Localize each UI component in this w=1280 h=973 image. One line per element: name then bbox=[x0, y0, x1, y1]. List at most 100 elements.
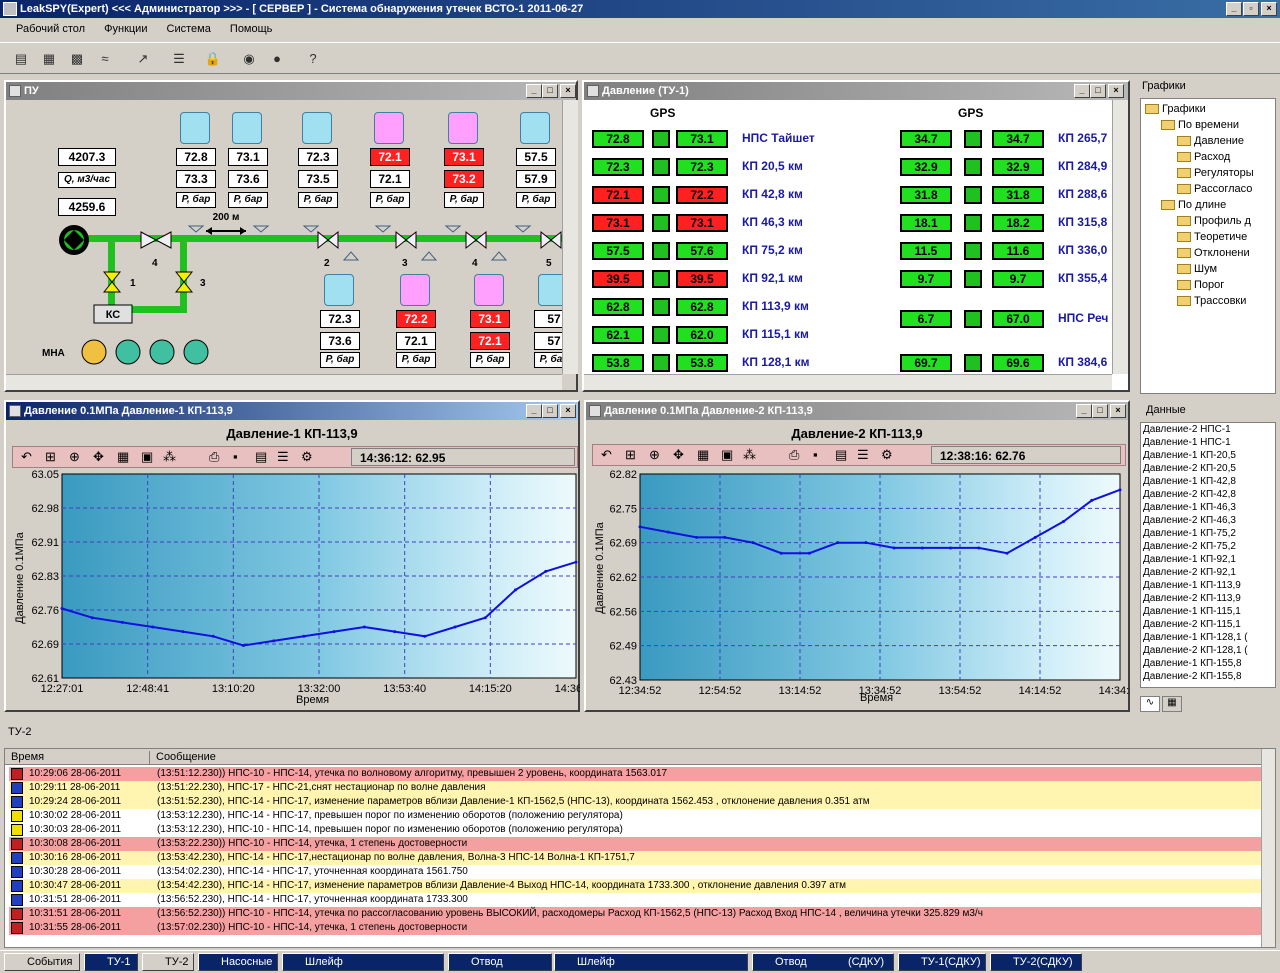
print-icon[interactable]: ⎙ bbox=[209, 449, 219, 465]
tree-node[interactable]: Порог bbox=[1177, 279, 1224, 291]
gps-point-name[interactable]: НПС Реч bbox=[1058, 311, 1112, 325]
gps-point-name[interactable]: КП 384,6 bbox=[1058, 355, 1112, 369]
pan-icon[interactable]: ⊕ bbox=[69, 449, 80, 465]
log-row[interactable]: 10:30:02 28-06-2011 (13:53:12.230), НПС-1… bbox=[9, 809, 1265, 823]
menu-system[interactable]: Система bbox=[159, 19, 219, 39]
tree-node[interactable]: Графики bbox=[1145, 103, 1206, 115]
col-time-header[interactable]: Время bbox=[11, 751, 44, 763]
app-titlebar[interactable]: LeakSPY(Expert) <<< Администратор >>> - … bbox=[0, 0, 1280, 18]
chart2-maximize-button[interactable]: □ bbox=[1092, 404, 1108, 418]
tree-node[interactable]: Шум bbox=[1177, 263, 1217, 275]
log-row[interactable]: 10:31:55 28-06-2011 (13:57:02.230)) НПС-1… bbox=[9, 921, 1265, 935]
chart-icon[interactable]: ▩ bbox=[66, 48, 88, 70]
table-view-button[interactable]: ▦ bbox=[1162, 696, 1182, 712]
chart2-titlebar[interactable]: Давление 0.1МПа Давление-2 КП-113,9 _ □ … bbox=[586, 402, 1128, 420]
chart-view-button[interactable]: ∿ bbox=[1140, 696, 1160, 712]
taskbar-button[interactable]: ТУ-2(СДКУ) bbox=[990, 953, 1082, 971]
log-vscroll[interactable] bbox=[1261, 749, 1275, 947]
data-list-item[interactable]: Давление-2 КП-20,5 bbox=[1143, 462, 1275, 475]
data-list-item[interactable]: Давление-1 КП-20,5 bbox=[1143, 449, 1275, 462]
taskbar-button[interactable]: Шлейф bbox=[554, 953, 748, 971]
taskbar-button[interactable]: ТУ-1 bbox=[84, 953, 138, 971]
grid-icon[interactable]: ▦ bbox=[697, 447, 709, 463]
pu-titlebar[interactable]: ПУ _ □ × bbox=[6, 82, 576, 100]
menu-desktop[interactable]: Рабочий стол bbox=[8, 19, 93, 39]
db-settings-icon[interactable]: ● bbox=[266, 48, 288, 70]
log-row[interactable]: 10:30:08 28-06-2011 (13:53:22.230)) НПС-1… bbox=[9, 837, 1265, 851]
data-list-item[interactable]: Давление-2 КП-113,9 bbox=[1143, 592, 1275, 605]
print-icon[interactable]: ⎙ bbox=[789, 447, 799, 463]
gps-point-name[interactable]: КП 46,3 км bbox=[742, 215, 803, 229]
data-list-item[interactable]: Давление-1 КП-75,2 bbox=[1143, 527, 1275, 540]
pressure-close-button[interactable]: × bbox=[1108, 84, 1124, 98]
pan-icon[interactable]: ⊕ bbox=[649, 447, 660, 463]
log-row[interactable]: 10:30:16 28-06-2011 (13:53:42.230), НПС-1… bbox=[9, 851, 1265, 865]
windows-icon[interactable]: ▤ bbox=[10, 48, 32, 70]
gps-point-name[interactable]: КП 20,5 км bbox=[742, 159, 803, 173]
chart1-titlebar[interactable]: Давление 0.1МПа Давление-1 КП-113,9 _ □ … bbox=[6, 402, 578, 420]
taskbar-button[interactable]: (СДКУ) bbox=[844, 953, 894, 971]
pu-vscroll[interactable] bbox=[562, 100, 578, 374]
data-list-item[interactable]: Давление-1 КП-115,1 bbox=[1143, 605, 1275, 618]
undo-icon[interactable]: ↶ bbox=[601, 447, 612, 463]
data-list-item[interactable]: Давление-1 КП-42,8 bbox=[1143, 475, 1275, 488]
wave-icon[interactable]: ≈ bbox=[94, 48, 116, 70]
data-list-item[interactable]: Давление-1 КП-92,1 bbox=[1143, 553, 1275, 566]
log-row[interactable]: 10:31:51 28-06-2011 (13:56:52.230)) НПС-1… bbox=[9, 907, 1265, 921]
pressure-gauge-icon[interactable] bbox=[232, 112, 262, 144]
close-button[interactable]: × bbox=[1261, 2, 1277, 16]
data-list-item[interactable]: Давление-2 КП-115,1 bbox=[1143, 618, 1275, 631]
tree-node[interactable]: Теоретиче bbox=[1177, 231, 1247, 243]
menu-help[interactable]: Помощь bbox=[222, 19, 281, 39]
data-list-item[interactable]: Давление-2 КП-92,1 bbox=[1143, 566, 1275, 579]
pressure-vscroll[interactable] bbox=[1112, 100, 1128, 374]
chart1-close-button[interactable]: × bbox=[560, 404, 576, 418]
data-list-item[interactable]: Давление-1 КП-113,9 bbox=[1143, 579, 1275, 592]
taskbar-button[interactable]: Шлейф bbox=[282, 953, 444, 971]
settings-icon[interactable]: ⚙ bbox=[301, 449, 313, 465]
gps-point-name[interactable]: КП 113,9 км bbox=[742, 299, 809, 313]
data-list-item[interactable]: Давление-1 КП-128,1 ( bbox=[1143, 631, 1275, 644]
zoom-icon[interactable]: ⊞ bbox=[625, 447, 636, 463]
chart2-minimize-button[interactable]: _ bbox=[1076, 404, 1092, 418]
data-list-item[interactable]: Давление-2 КП-155,8 bbox=[1143, 670, 1275, 683]
save-icon[interactable]: ▪ bbox=[813, 447, 818, 462]
log-row[interactable]: 10:30:03 28-06-2011 (13:53:12.230), НПС-1… bbox=[9, 823, 1265, 837]
gps-point-name[interactable]: КП 315,8 bbox=[1058, 215, 1112, 229]
autoscale-icon[interactable]: ▣ bbox=[141, 449, 153, 465]
database-icon[interactable]: ◉ bbox=[238, 48, 260, 70]
list-icon[interactable]: ☰ bbox=[277, 449, 289, 465]
chart1-minimize-button[interactable]: _ bbox=[526, 404, 542, 418]
marker-icon[interactable]: ⁂ bbox=[743, 447, 756, 463]
log-row[interactable]: 10:30:47 28-06-2011 (13:54:42.230), НПС-1… bbox=[9, 879, 1265, 893]
tree-node[interactable]: Рассогласо bbox=[1177, 183, 1252, 195]
settings-icon[interactable]: ⚙ bbox=[881, 447, 893, 463]
pressure-gauge-icon[interactable] bbox=[448, 112, 478, 144]
tree-node[interactable]: По длине bbox=[1161, 199, 1226, 211]
pu-hscroll[interactable] bbox=[6, 374, 562, 390]
pressure-maximize-button[interactable]: □ bbox=[1090, 84, 1106, 98]
list-icon[interactable]: ☰ bbox=[857, 447, 869, 463]
gps-point-name[interactable]: КП 42,8 км bbox=[742, 187, 803, 201]
log-row[interactable]: 10:30:28 28-06-2011 (13:54:02.230), НПС-1… bbox=[9, 865, 1265, 879]
data-list-item[interactable]: Давление-1 КП-46,3 bbox=[1143, 501, 1275, 514]
chart2-plot[interactable]: 62.8262.7562.6962.6262.5662.4962.4312:34… bbox=[586, 468, 1130, 698]
log-row[interactable]: 10:29:06 28-06-2011 (13:51:12.230)) НПС-1… bbox=[9, 767, 1265, 781]
data-list-item[interactable]: Давление-2 НПС-1 bbox=[1143, 423, 1275, 436]
taskbar-button[interactable]: События bbox=[4, 953, 80, 971]
chart2-close-button[interactable]: × bbox=[1110, 404, 1126, 418]
taskbar-button[interactable]: Насосные bbox=[198, 953, 278, 971]
undo-icon[interactable]: ↶ bbox=[21, 449, 32, 465]
gps-point-name[interactable]: КП 284,9 bbox=[1058, 159, 1112, 173]
tree-node[interactable]: Профиль д bbox=[1177, 215, 1251, 227]
data-list-item[interactable]: Давление-2 КП-128,1 ( bbox=[1143, 644, 1275, 657]
pressure-gauge-icon[interactable] bbox=[374, 112, 404, 144]
help-icon[interactable]: ? bbox=[302, 48, 324, 70]
pressure-gauge-icon[interactable] bbox=[180, 112, 210, 144]
gps-point-name[interactable]: КП 92,1 км bbox=[742, 271, 803, 285]
tree-node[interactable]: Отклонени bbox=[1177, 247, 1250, 259]
gps-point-name[interactable]: КП 265,7 bbox=[1058, 131, 1112, 145]
taskbar-button[interactable]: ТУ-1(СДКУ) bbox=[898, 953, 986, 971]
data-list-item[interactable]: Давление-2 КП-75,2 bbox=[1143, 540, 1275, 553]
log-row[interactable]: 10:29:11 28-06-2011 (13:51:22.230), НПС-1… bbox=[9, 781, 1265, 795]
